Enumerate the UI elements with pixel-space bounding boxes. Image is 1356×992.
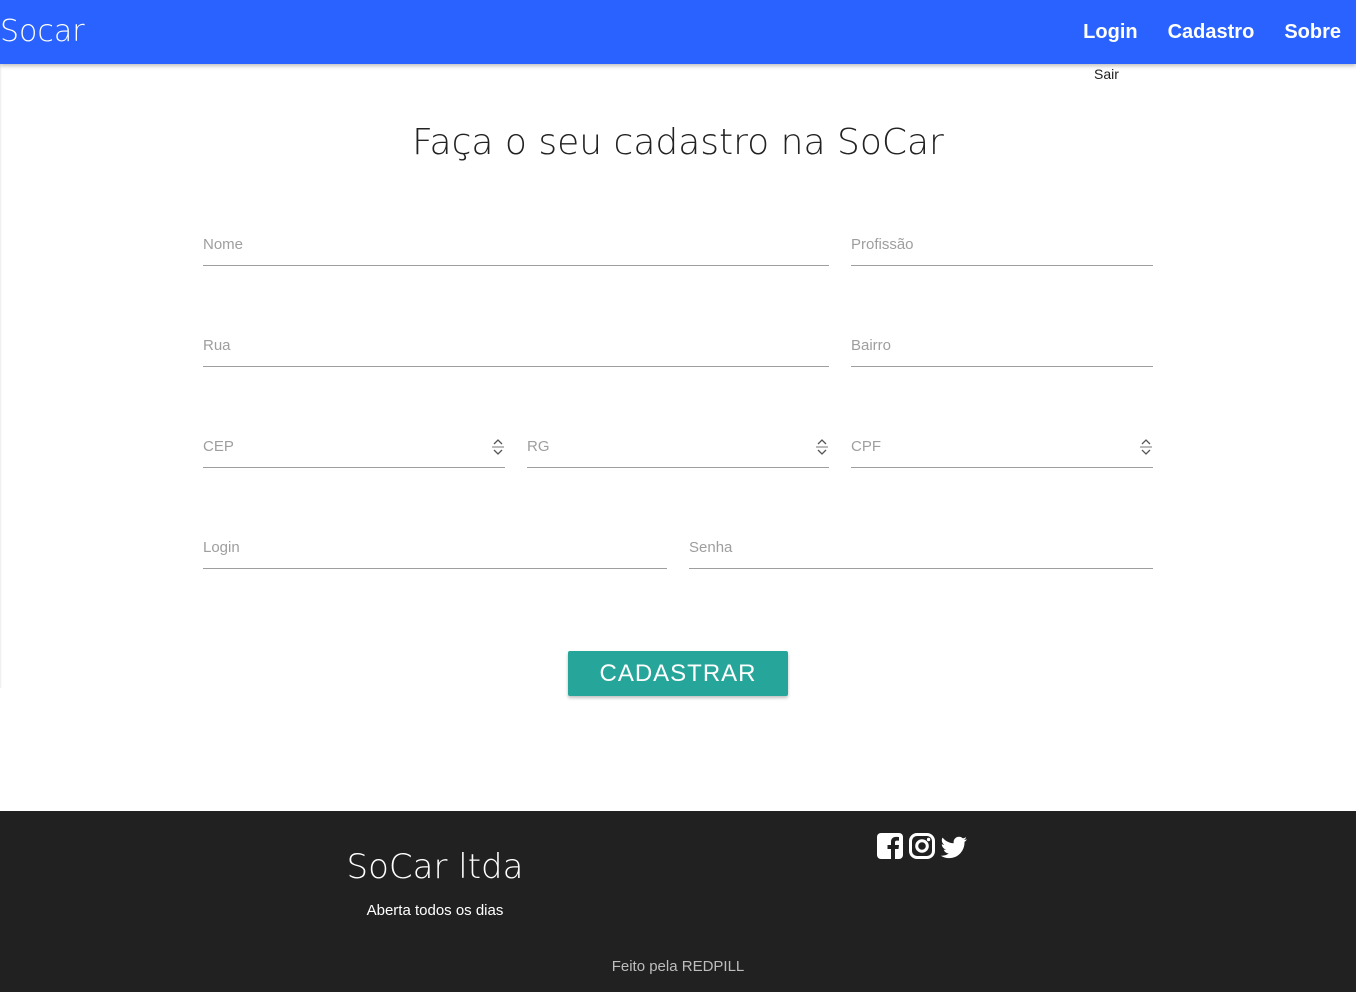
brand-logo[interactable]: Socar	[0, 14, 85, 50]
bairro-input[interactable]	[851, 329, 1153, 361]
nav-link-sobre[interactable]: Sobre	[1284, 21, 1341, 44]
footer-hours: Aberta todos os dias	[366, 902, 504, 919]
nome-field-wrapper	[203, 222, 829, 266]
nav-link-cadastro[interactable]: Cadastro	[1168, 21, 1255, 44]
logout-link[interactable]: Sair	[1094, 66, 1119, 82]
cadastrar-button[interactable]: CADASTRAR	[568, 651, 788, 696]
nav-links: Login Cadastro Sobre	[1053, 0, 1341, 64]
rg-field-wrapper	[527, 424, 829, 468]
rua-field-wrapper	[203, 323, 829, 367]
cpf-input[interactable]	[851, 430, 1153, 462]
cep-stepper[interactable]	[491, 437, 505, 457]
senha-input[interactable]	[689, 531, 1153, 563]
senha-field-wrapper	[689, 525, 1153, 569]
footer-company-name: SoCar ltda	[346, 847, 524, 887]
facebook-icon[interactable]	[876, 831, 904, 861]
profissao-field-wrapper	[851, 222, 1153, 266]
social-links	[876, 831, 968, 861]
footer: SoCar ltda Aberta todos os dias Feito pe…	[0, 811, 1356, 992]
nome-input[interactable]	[203, 228, 829, 260]
login-field-wrapper	[203, 525, 667, 569]
instagram-icon[interactable]	[908, 831, 936, 861]
rua-input[interactable]	[203, 329, 829, 361]
cep-field-wrapper	[203, 424, 505, 468]
footer-credit: Feito pela REDPILL	[611, 958, 745, 975]
page-title: Faça o seu cadastro na SoCar	[412, 122, 944, 163]
rg-stepper[interactable]	[815, 437, 829, 457]
login-input[interactable]	[203, 531, 667, 563]
cpf-stepper[interactable]	[1139, 437, 1153, 457]
nav-link-login[interactable]: Login	[1083, 21, 1137, 44]
bairro-field-wrapper	[851, 323, 1153, 367]
cep-input[interactable]	[203, 430, 505, 462]
navbar: Socar Login Cadastro Sobre	[0, 0, 1356, 64]
rg-input[interactable]	[527, 430, 829, 462]
twitter-icon[interactable]	[940, 831, 968, 861]
cpf-field-wrapper	[851, 424, 1153, 468]
profissao-input[interactable]	[851, 228, 1153, 260]
